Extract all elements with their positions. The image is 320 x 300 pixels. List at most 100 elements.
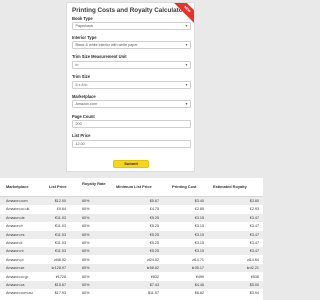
- cell-estimated-royalty: ¥538: [250, 274, 259, 279]
- cell-list-price: $15.67: [54, 283, 66, 287]
- cell-minimum-list-price: €5.25: [149, 232, 159, 237]
- calculator-card: Printing Costs and Royalty Calculator NE…: [66, 2, 195, 172]
- cell-minimum-list-price: €5.25: [149, 224, 159, 229]
- marketplace-value: Amazon.com: [75, 102, 98, 106]
- cell-minimum-list-price: zł24.52: [147, 257, 159, 262]
- cell-minimum-list-price: $7.43: [149, 283, 159, 287]
- cell-estimated-royalty: £2.93: [249, 207, 259, 212]
- table-row: Amazon.de €11.03 60% €5.25 €3.15 €3.47: [0, 213, 263, 222]
- list-price-value: 12.00: [75, 142, 85, 146]
- cell-royalty-rate: 60%: [82, 207, 90, 212]
- trim-size-label: Trim Size: [72, 74, 90, 79]
- trim-unit-label: Trim Size Measurement Unit: [72, 54, 127, 59]
- cell-list-price: €11.03: [54, 249, 66, 254]
- trim-size-value: 5 x 8 in: [75, 83, 88, 87]
- page: { "calculator": { "title": "Printing Cos…: [0, 0, 263, 300]
- trim-size-select[interactable]: 5 x 8 in ▼: [72, 81, 191, 89]
- cell-estimated-royalty: €3.47: [249, 215, 259, 220]
- cell-printing-cost: $3.40: [194, 199, 204, 203]
- cell-royalty-rate: 60%: [82, 249, 90, 254]
- cell-list-price: $12.00: [54, 199, 66, 203]
- cell-printing-cost: $4.46: [194, 283, 204, 287]
- column-header-list-price: List Price: [49, 184, 67, 189]
- interior-type-value: Black & white interior with white paper: [75, 43, 138, 47]
- chevron-down-icon: ▼: [184, 62, 188, 67]
- cell-list-price: ¥1728: [55, 274, 66, 279]
- cell-estimated-royalty: $3.94: [249, 291, 259, 296]
- marketplace-label: Marketplace: [72, 94, 96, 99]
- chevron-down-icon: ▼: [184, 82, 188, 87]
- cell-minimum-list-price: $5.67: [149, 199, 159, 203]
- chevron-down-icon: ▼: [184, 101, 188, 106]
- calculator-title: Printing Costs and Royalty Calculator: [72, 7, 186, 14]
- page-count-label: Page Count: [72, 114, 95, 119]
- interior-type-select[interactable]: Black & white interior with white paper …: [72, 41, 191, 49]
- cell-estimated-royalty: €3.47: [249, 224, 259, 229]
- cell-estimated-royalty: $5.00: [249, 283, 259, 287]
- results-table: Marketplace List Price Royalty Rate Mini…: [0, 178, 263, 300]
- interior-type-label: Interior Type: [72, 35, 97, 40]
- cell-estimated-royalty: kr42.21: [246, 266, 259, 271]
- book-type-value: Paperback: [75, 24, 94, 28]
- cell-minimum-list-price: €5.25: [149, 249, 159, 254]
- list-price-label: List Price: [72, 133, 91, 138]
- page-count-input[interactable]: 200: [72, 120, 191, 128]
- table-row: Amazon.it €11.03 60% €5.25 €3.15 €3.47: [0, 239, 263, 247]
- table-row: Amazon.es €11.03 60% €5.25 €3.15 €3.47: [0, 230, 263, 239]
- cell-list-price: kr128.97: [51, 266, 66, 271]
- book-type-label: Book Type: [72, 16, 93, 21]
- chevron-down-icon: ▼: [184, 42, 188, 47]
- cell-printing-cost: €3.15: [194, 215, 204, 220]
- table-row: Amazon.co.jp ¥1728 60% ¥832 ¥499 ¥538: [0, 272, 263, 281]
- chevron-down-icon: ▼: [184, 23, 188, 28]
- table-row: Amazon.pl zł48.92 60% zł24.52 zł14.71 zł14.64: [0, 255, 263, 264]
- cell-printing-cost: $6.82: [194, 291, 204, 296]
- cell-printing-cost: ¥499: [195, 274, 204, 279]
- table-row: Amazon.se kr128.97 60% kr58.62 kr35.17 kr42.2…: [0, 264, 263, 273]
- trim-unit-select[interactable]: in ▼: [72, 61, 191, 69]
- cell-printing-cost: €3.15: [194, 232, 204, 237]
- page-count-value: 200: [75, 122, 82, 126]
- cell-printing-cost: zł14.71: [192, 257, 204, 262]
- cell-royalty-rate: 60%: [82, 266, 90, 271]
- cell-printing-cost: kr35.17: [191, 266, 204, 271]
- submit-button[interactable]: Submit: [113, 160, 149, 168]
- book-type-select[interactable]: Paperback ▼: [72, 22, 191, 30]
- cell-list-price: €11.03: [54, 215, 66, 220]
- cell-list-price: £9.64: [56, 207, 66, 212]
- column-header-marketplace: Marketplace: [6, 184, 29, 189]
- table-row: Amazon.com $12.00 60% $5.67 $3.40 $3.80: [0, 197, 263, 205]
- cell-list-price: zł48.92: [54, 257, 66, 262]
- cell-estimated-royalty: €3.47: [249, 232, 259, 237]
- cell-minimum-list-price: €5.25: [149, 215, 159, 220]
- column-header-estimated-royalty: Estimated Royalty: [213, 184, 247, 189]
- cell-minimum-list-price: ¥832: [150, 274, 159, 279]
- cell-royalty-rate: 60%: [82, 232, 90, 237]
- cell-list-price: €11.03: [54, 232, 66, 237]
- cell-estimated-royalty: zł14.64: [247, 257, 259, 262]
- table-row: Amazon.co.uk £9.64 60% £4.75 £2.85 £2.93: [0, 205, 263, 214]
- cell-minimum-list-price: $11.57: [147, 291, 159, 296]
- cell-royalty-rate: 60%: [82, 283, 90, 287]
- list-price-input[interactable]: 12.00: [72, 140, 191, 148]
- table-row: Amazon.ca $15.67 60% $7.43 $4.46 $5.00: [0, 281, 263, 289]
- cell-printing-cost: £2.85: [194, 207, 204, 212]
- cell-royalty-rate: 60%: [82, 257, 90, 262]
- cell-minimum-list-price: €5.25: [149, 241, 159, 245]
- cell-estimated-royalty: €3.47: [249, 241, 259, 245]
- trim-unit-value: in: [75, 63, 79, 67]
- cell-list-price: €11.03: [54, 241, 66, 245]
- table-row: Amazon.fr €11.03 60% €5.25 €3.15 €3.47: [0, 222, 263, 231]
- cell-royalty-rate: 60%: [82, 215, 90, 220]
- cell-royalty-rate: 60%: [82, 241, 90, 245]
- column-header-minimum-list-price: Minimum List Price: [116, 184, 152, 189]
- marketplace-select[interactable]: Amazon.com ▼: [72, 100, 191, 108]
- cell-list-price: $17.93: [54, 291, 66, 296]
- cell-printing-cost: €3.15: [194, 241, 204, 245]
- table-row: Amazon.nl €11.03 60% €5.25 €3.15 €3.47: [0, 247, 263, 256]
- cell-royalty-rate: 60%: [82, 224, 90, 229]
- cell-printing-cost: €3.15: [194, 249, 204, 254]
- cell-minimum-list-price: £4.75: [149, 207, 159, 212]
- table-row: Amazon.com.au $17.93 60% $11.57 $6.82 $3.94: [0, 289, 263, 298]
- column-header-printing-cost: Printing Cost: [172, 184, 197, 189]
